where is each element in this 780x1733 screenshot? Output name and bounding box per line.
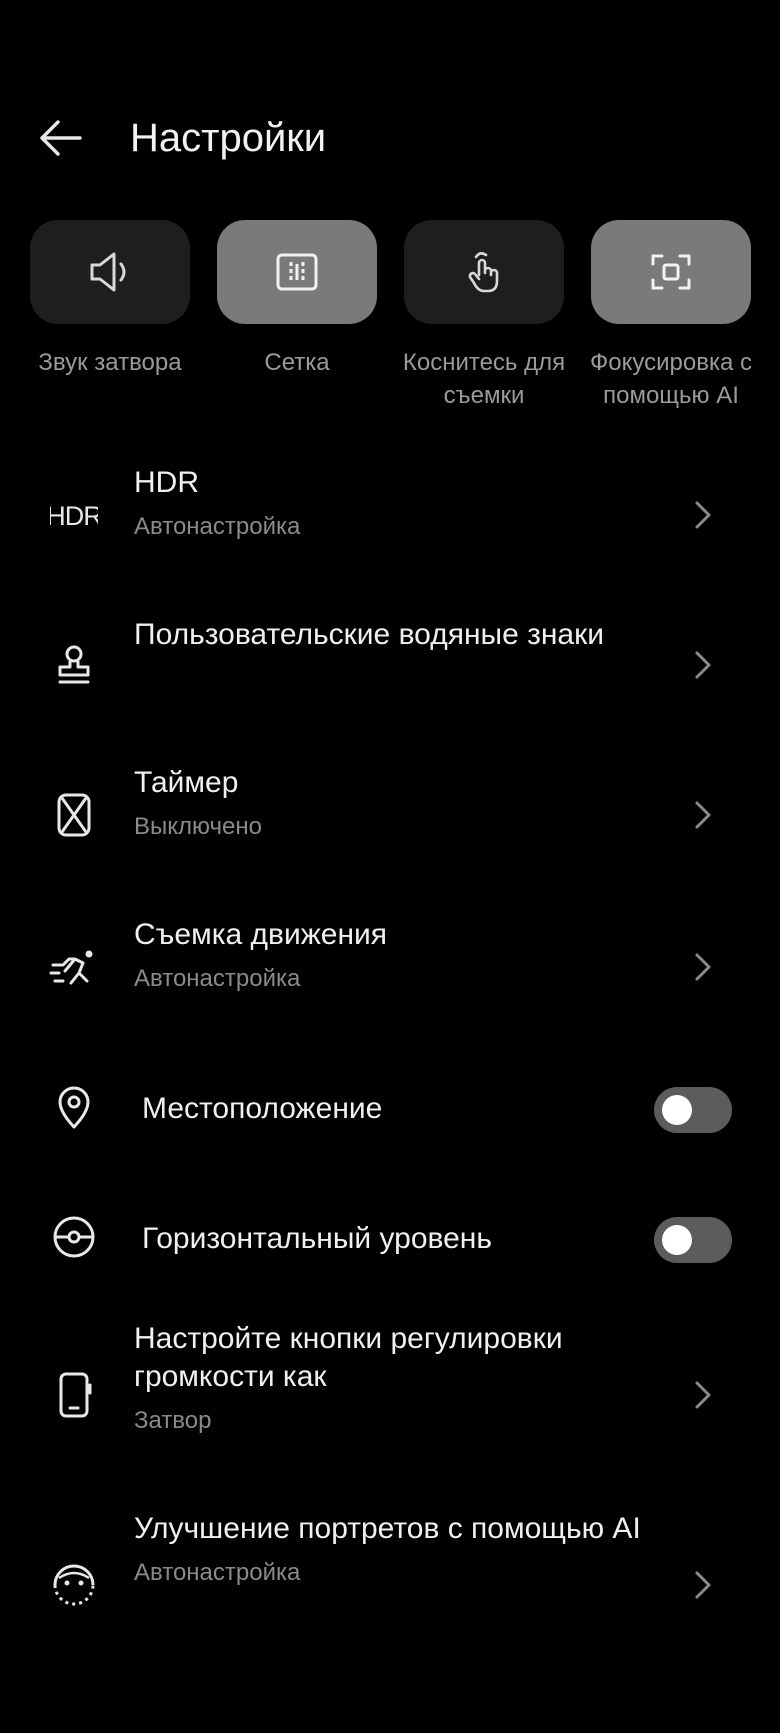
touch-to-shoot-toggle[interactable]: Коснитесь для съемки xyxy=(403,220,565,412)
speaker-icon xyxy=(86,250,134,294)
shutter-sound-label: Звук затвора xyxy=(38,349,182,376)
hdr-icon: HDR xyxy=(44,485,104,545)
hdr-subtitle: Автонастройка xyxy=(134,513,301,540)
timer-title: Таймер xyxy=(134,766,239,799)
watermark-title: Пользовательские водяные знаки xyxy=(134,618,604,651)
ai-focus-label: Фокусировка с помощью AI xyxy=(590,349,752,409)
face-enhance-icon xyxy=(44,1555,104,1615)
hdr-title: HDR xyxy=(134,466,199,499)
level-icon xyxy=(44,1207,104,1267)
setting-location: Местоположение xyxy=(0,1060,780,1160)
settings-list: HDR HDR Автонастройка Пользовательские в… xyxy=(0,440,780,1630)
grid-label: Сетка xyxy=(264,349,330,376)
running-icon xyxy=(44,937,104,997)
phone-side-button-icon xyxy=(44,1365,104,1425)
ai-portrait-subtitle: Автонастройка xyxy=(134,1559,301,1586)
chevron-right-icon xyxy=(688,795,718,835)
location-title: Местоположение xyxy=(142,1092,383,1125)
page-title: Настройки xyxy=(130,116,327,160)
setting-ai-portrait[interactable]: Улучшение портретов с помощью AI Автонас… xyxy=(0,1510,780,1630)
setting-level: Горизонтальный уровень xyxy=(0,1190,780,1290)
touch-icon xyxy=(462,249,506,295)
arrow-left-icon xyxy=(36,118,84,158)
level-title: Горизонтальный уровень xyxy=(142,1222,492,1255)
toggle-knob xyxy=(662,1095,692,1125)
chevron-right-icon xyxy=(688,1565,718,1605)
svg-text:HDR: HDR xyxy=(50,501,98,531)
volume-keys-subtitle: Затвор xyxy=(134,1407,212,1434)
grid-tile[interactable] xyxy=(217,220,377,324)
chevron-right-icon xyxy=(688,495,718,535)
chevron-right-icon xyxy=(688,645,718,685)
level-toggle[interactable] xyxy=(654,1217,732,1263)
timer-subtitle: Выключено xyxy=(134,813,262,840)
touch-to-shoot-label: Коснитесь для съемки xyxy=(402,349,566,409)
toggle-knob xyxy=(662,1225,692,1255)
setting-volume-keys[interactable]: Настройте кнопки регулировки громкости к… xyxy=(0,1320,780,1460)
ai-portrait-title: Улучшение портретов с помощью AI xyxy=(134,1512,641,1545)
ai-focus-toggle[interactable]: Фокусировка с помощью AI xyxy=(590,220,752,412)
chevron-right-icon xyxy=(688,1375,718,1415)
chevron-right-icon xyxy=(688,947,718,987)
motion-title: Съемка движения xyxy=(134,918,388,951)
shutter-sound-tile[interactable] xyxy=(30,220,190,324)
grid-toggle[interactable]: Сетка xyxy=(217,220,377,379)
setting-timer[interactable]: Таймер Выключено xyxy=(0,760,780,880)
setting-motion[interactable]: Съемка движения Автонастройка xyxy=(0,912,780,1032)
touch-to-shoot-tile[interactable] xyxy=(404,220,564,324)
quick-settings: Звук затвора Сетка Коснитесь для съемки … xyxy=(30,220,752,420)
back-button[interactable] xyxy=(28,110,92,166)
setting-watermark[interactable]: Пользовательские водяные знаки xyxy=(0,610,780,730)
grid-icon xyxy=(275,252,319,292)
motion-subtitle: Автонастройка xyxy=(134,965,301,992)
volume-keys-title: Настройте кнопки регулировки громкости к… xyxy=(134,1322,563,1393)
header: Настройки xyxy=(0,100,780,176)
location-toggle[interactable] xyxy=(654,1087,732,1133)
setting-hdr[interactable]: HDR HDR Автонастройка xyxy=(0,460,780,580)
focus-frame-icon xyxy=(649,252,693,292)
ai-focus-tile[interactable] xyxy=(591,220,751,324)
location-pin-icon xyxy=(44,1077,104,1137)
shutter-sound-toggle[interactable]: Звук затвора xyxy=(30,220,190,379)
hourglass-icon xyxy=(44,785,104,845)
stamp-icon xyxy=(44,635,104,695)
